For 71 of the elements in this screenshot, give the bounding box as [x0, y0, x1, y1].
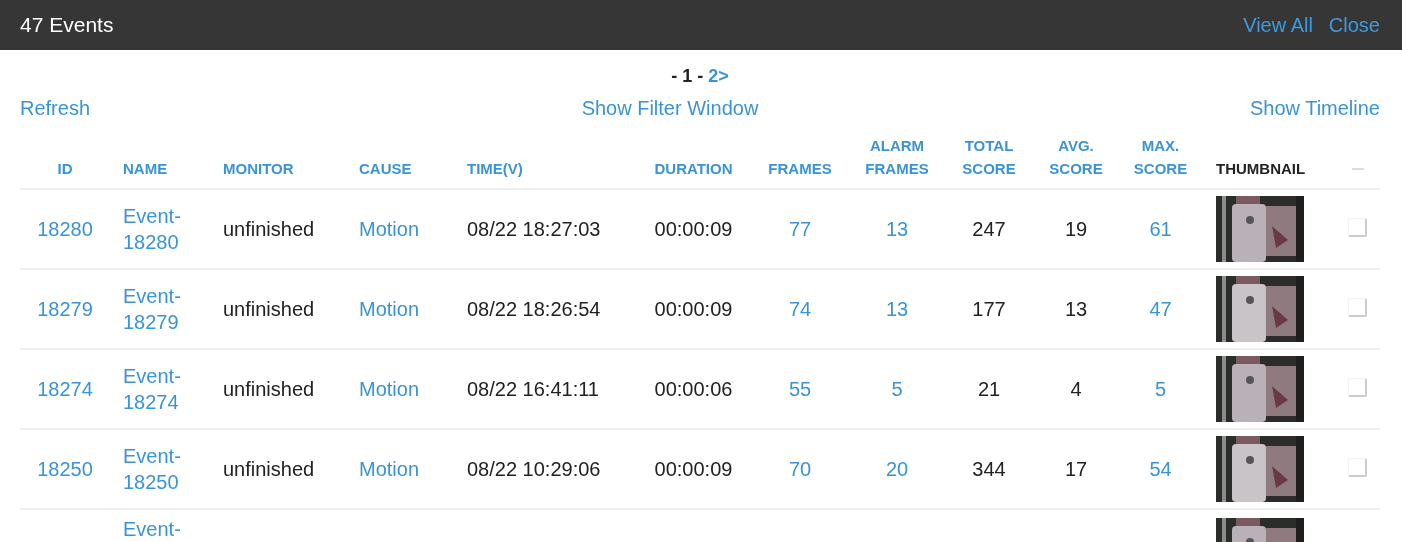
table-cell-text: 00:00:09 — [654, 297, 733, 322]
page-separator: - — [697, 66, 704, 88]
table-link[interactable]: 55 — [788, 376, 812, 402]
table-cell-text: 00:00:06 — [654, 377, 733, 402]
table-link[interactable]: Motion — [359, 296, 420, 322]
timeline-link[interactable]: Show Timeline — [1249, 96, 1380, 120]
table-link[interactable]: Event-18280 — [123, 203, 210, 255]
column-header[interactable]: DURATION — [654, 156, 733, 180]
table-link[interactable]: 77 — [788, 216, 812, 242]
table-cell-text: 247 — [972, 217, 1006, 242]
window-title: 47 Events — [20, 13, 114, 37]
table-link[interactable]: Event- — [123, 518, 181, 540]
table-cell-text: 00:00:09 — [654, 217, 733, 242]
table-cell-text: 21 — [977, 377, 1001, 402]
table-link[interactable]: Motion — [359, 456, 420, 482]
table-link[interactable]: 13 — [885, 216, 909, 242]
column-header: THUMBNAIL — [1216, 158, 1306, 179]
table-link[interactable]: 5 — [891, 376, 903, 402]
column-header[interactable]: TIME(V) — [467, 156, 523, 180]
table-link[interactable]: 47 — [1149, 296, 1172, 322]
page-link[interactable]: 2> — [708, 66, 729, 90]
table-link[interactable]: Event-18279 — [123, 283, 210, 335]
page-link[interactable]: 1 — [682, 66, 693, 90]
table-link[interactable]: 5 — [1154, 376, 1167, 402]
column-header[interactable]: MONITOR — [223, 156, 294, 180]
row-checkbox[interactable] — [1348, 377, 1367, 397]
column-header[interactable]: CAUSE — [359, 156, 412, 180]
filter-link[interactable]: Show Filter Window — [581, 96, 759, 120]
table-link[interactable]: 18250 — [37, 456, 93, 482]
column-header[interactable]: TOTAL SCORE — [944, 133, 1034, 180]
table-cell-text: 08/22 16:41:11 — [467, 377, 599, 402]
table-cell-text: 08/22 10:29:06 — [467, 457, 601, 482]
table-cell-text: 08/22 18:27:03 — [467, 217, 601, 242]
table-link[interactable]: 18279 — [37, 296, 93, 322]
table-link[interactable]: 54 — [1149, 456, 1172, 482]
table-cell-text: 13 — [1064, 297, 1088, 322]
table-cell-text: unfinished — [223, 457, 315, 482]
header-link[interactable]: View All — [1243, 13, 1313, 37]
table-cell-text: 19 — [1064, 217, 1088, 242]
table-link[interactable]: 74 — [788, 296, 812, 322]
table-link[interactable]: Motion — [359, 376, 420, 402]
table-cell-text: unfinished — [223, 217, 315, 242]
table-link[interactable]: 18274 — [37, 376, 93, 402]
table-cell-text: 4 — [1070, 377, 1082, 402]
table-link[interactable]: 13 — [885, 296, 909, 322]
header-link[interactable]: Close — [1328, 13, 1380, 37]
row-checkbox[interactable] — [1348, 217, 1367, 237]
table-link[interactable]: 18280 — [37, 216, 93, 242]
column-header[interactable]: NAME — [123, 156, 168, 180]
column-header[interactable]: MAX. SCORE — [1118, 133, 1203, 180]
column-header[interactable]: FRAMES — [768, 156, 832, 180]
column-header[interactable]: ID — [57, 156, 73, 180]
table-link[interactable]: Event-18250 — [123, 443, 210, 495]
table-link[interactable]: Motion — [359, 216, 420, 242]
table-cell-text: unfinished — [223, 297, 315, 322]
table-cell-text: 08/22 18:26:54 — [467, 297, 601, 322]
table-cell-text: 00:00:09 — [654, 457, 733, 482]
table-link[interactable]: 70 — [788, 456, 812, 482]
refresh-link[interactable]: Refresh — [20, 96, 91, 120]
table-cell-text: 177 — [972, 297, 1006, 322]
table-cell-text: unfinished — [223, 377, 315, 402]
column-header[interactable]: ALARM FRAMES — [850, 133, 944, 180]
row-checkbox[interactable] — [1348, 457, 1367, 477]
table-cell-text: 17 — [1064, 457, 1088, 482]
row-checkbox[interactable] — [1348, 297, 1367, 317]
column-header[interactable]: AVG. SCORE — [1034, 133, 1118, 180]
page-separator: - — [671, 66, 678, 88]
table-link[interactable]: 61 — [1149, 216, 1172, 242]
table-link[interactable]: Event-18274 — [123, 363, 210, 415]
table-link[interactable]: 20 — [885, 456, 909, 482]
table-cell-text: 344 — [972, 457, 1006, 482]
